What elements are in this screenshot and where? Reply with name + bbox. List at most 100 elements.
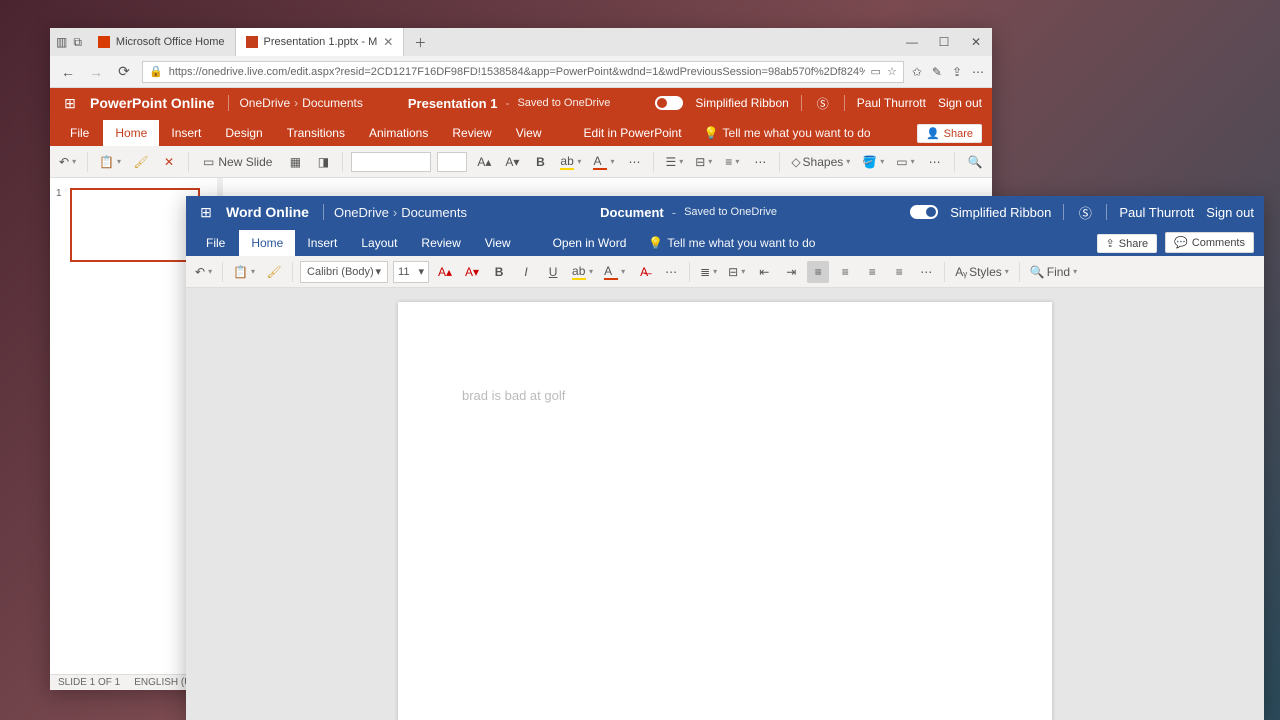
- open-in-word[interactable]: Open in Word: [541, 230, 639, 256]
- font-color-button[interactable]: A▾: [601, 261, 628, 283]
- tab-home[interactable]: Home: [239, 230, 295, 256]
- new-tab-button[interactable]: ＋: [404, 28, 436, 56]
- breadcrumb-onedrive[interactable]: OneDrive: [239, 96, 290, 110]
- more-icon[interactable]: ⋯: [972, 65, 984, 79]
- decrease-font-button[interactable]: A▾: [501, 151, 523, 173]
- simplified-ribbon-toggle[interactable]: [910, 205, 938, 219]
- undo-button[interactable]: ↶▾: [192, 261, 215, 283]
- share-button[interactable]: 👤 Share: [917, 124, 982, 143]
- increase-indent-button[interactable]: ⇥: [780, 261, 802, 283]
- increase-font-button[interactable]: A▴: [473, 151, 495, 173]
- paste-button[interactable]: 📋▾: [96, 151, 124, 173]
- tab-file[interactable]: File: [56, 120, 103, 146]
- notes-icon[interactable]: ✎: [932, 65, 942, 79]
- bold-button[interactable]: B: [529, 151, 551, 173]
- underline-button[interactable]: U: [542, 261, 564, 283]
- decrease-font-button[interactable]: A▾: [461, 261, 483, 283]
- find-button[interactable]: 🔍 Find▾: [1027, 261, 1080, 283]
- numbering-button[interactable]: ⊟▾: [725, 261, 748, 283]
- decrease-indent-button[interactable]: ⇤: [753, 261, 775, 283]
- more-font-icon[interactable]: ⋯: [623, 151, 645, 173]
- numbering-button[interactable]: ⊟▾: [692, 151, 715, 173]
- skype-icon[interactable]: Ⓢ: [814, 95, 832, 112]
- share-button[interactable]: ⇪ Share: [1097, 234, 1158, 253]
- maximize-button[interactable]: ☐: [928, 28, 960, 56]
- tab-file[interactable]: File: [192, 230, 239, 256]
- tab-review[interactable]: Review: [440, 120, 503, 146]
- breadcrumb-documents[interactable]: Documents: [401, 205, 467, 220]
- increase-font-button[interactable]: A▴: [434, 261, 456, 283]
- document-text[interactable]: brad is bad at golf: [462, 388, 988, 403]
- app-launcher-icon[interactable]: ⊞: [60, 95, 80, 112]
- layout-button[interactable]: ▦: [284, 151, 306, 173]
- undo-button[interactable]: ↶▾: [56, 151, 79, 173]
- format-painter-button[interactable]: 🖌: [130, 151, 152, 173]
- align-left-button[interactable]: ≡: [807, 261, 829, 283]
- minimize-button[interactable]: —: [896, 28, 928, 56]
- user-name[interactable]: Paul Thurrott: [1119, 205, 1194, 220]
- tab-aside-icon[interactable]: ▥: [56, 35, 67, 49]
- paste-button[interactable]: 📋▾: [230, 261, 258, 283]
- italic-button[interactable]: I: [515, 261, 537, 283]
- simplified-ribbon-toggle[interactable]: [655, 96, 683, 110]
- tell-me-search[interactable]: 💡 Tell me what you want to do: [638, 230, 825, 256]
- bullets-button[interactable]: ☰▾: [662, 151, 686, 173]
- more-para-icon[interactable]: ⋯: [749, 151, 771, 173]
- share-page-icon[interactable]: ⇪: [952, 65, 962, 79]
- font-size-selector[interactable]: [437, 152, 467, 172]
- breadcrumb-documents[interactable]: Documents: [302, 96, 363, 110]
- delete-button[interactable]: ✕: [158, 151, 180, 173]
- user-name[interactable]: Paul Thurrott: [857, 96, 926, 110]
- favorites-icon[interactable]: ✩: [912, 65, 922, 79]
- address-bar[interactable]: 🔒 ▭ ☆: [142, 61, 904, 83]
- shapes-button[interactable]: ◇ Shapes▾: [788, 151, 853, 173]
- styles-button[interactable]: Aᵧ Styles▾: [952, 261, 1012, 283]
- reading-view-icon[interactable]: ▭: [871, 65, 881, 78]
- font-selector[interactable]: [351, 152, 431, 172]
- tab-view[interactable]: View: [473, 230, 523, 256]
- arrange-button[interactable]: ▭▾: [893, 151, 917, 173]
- tab-insert[interactable]: Insert: [295, 230, 349, 256]
- align-center-button[interactable]: ≡: [834, 261, 856, 283]
- bullets-button[interactable]: ≣▾: [697, 261, 720, 283]
- app-launcher-icon[interactable]: ⊞: [196, 204, 216, 221]
- back-button[interactable]: ←: [58, 64, 78, 80]
- close-tab-icon[interactable]: ✕: [383, 35, 393, 49]
- forward-button[interactable]: →: [86, 64, 106, 80]
- comments-button[interactable]: 💬 Comments: [1165, 232, 1254, 253]
- clear-formatting-button[interactable]: A̶: [633, 261, 655, 283]
- align-justify-button[interactable]: ≡: [888, 261, 910, 283]
- tab-transitions[interactable]: Transitions: [275, 120, 357, 146]
- tell-me-search[interactable]: 💡 Tell me what you want to do: [694, 120, 881, 146]
- skype-icon[interactable]: Ⓢ: [1076, 203, 1094, 222]
- sign-out-link[interactable]: Sign out: [938, 96, 982, 110]
- bold-button[interactable]: B: [488, 261, 510, 283]
- document-page[interactable]: brad is bad at golf: [398, 302, 1052, 720]
- close-window-button[interactable]: ✕: [960, 28, 992, 56]
- refresh-button[interactable]: ⟳: [114, 63, 134, 80]
- reset-button[interactable]: ◨: [312, 151, 334, 173]
- highlight-button[interactable]: ab▾: [569, 261, 596, 283]
- highlight-button[interactable]: ab▾: [557, 151, 584, 173]
- font-selector[interactable]: Calibri (Body)▾: [300, 261, 388, 283]
- font-size-selector[interactable]: 11▾: [393, 261, 429, 283]
- tab-preview-icon[interactable]: ⧉: [73, 35, 82, 50]
- more-para-icon[interactable]: ⋯: [915, 261, 937, 283]
- search-button[interactable]: 🔍: [964, 151, 986, 173]
- tab-home[interactable]: Home: [103, 120, 159, 146]
- url-input[interactable]: [169, 66, 865, 78]
- browser-tab-office[interactable]: Microsoft Office Home: [88, 28, 236, 56]
- tab-insert[interactable]: Insert: [159, 120, 213, 146]
- more-draw-icon[interactable]: ⋯: [924, 151, 946, 173]
- sign-out-link[interactable]: Sign out: [1206, 205, 1254, 220]
- align-right-button[interactable]: ≡: [861, 261, 883, 283]
- tab-view[interactable]: View: [504, 120, 554, 146]
- shape-fill-button[interactable]: 🪣▾: [859, 151, 887, 173]
- tab-review[interactable]: Review: [409, 230, 472, 256]
- edit-in-powerpoint[interactable]: Edit in PowerPoint: [572, 120, 694, 146]
- font-color-button[interactable]: A▾: [590, 151, 617, 173]
- new-slide-button[interactable]: ▭ New Slide: [197, 155, 278, 169]
- tab-animations[interactable]: Animations: [357, 120, 440, 146]
- bookmark-icon[interactable]: ☆: [887, 65, 897, 78]
- tab-layout[interactable]: Layout: [349, 230, 409, 256]
